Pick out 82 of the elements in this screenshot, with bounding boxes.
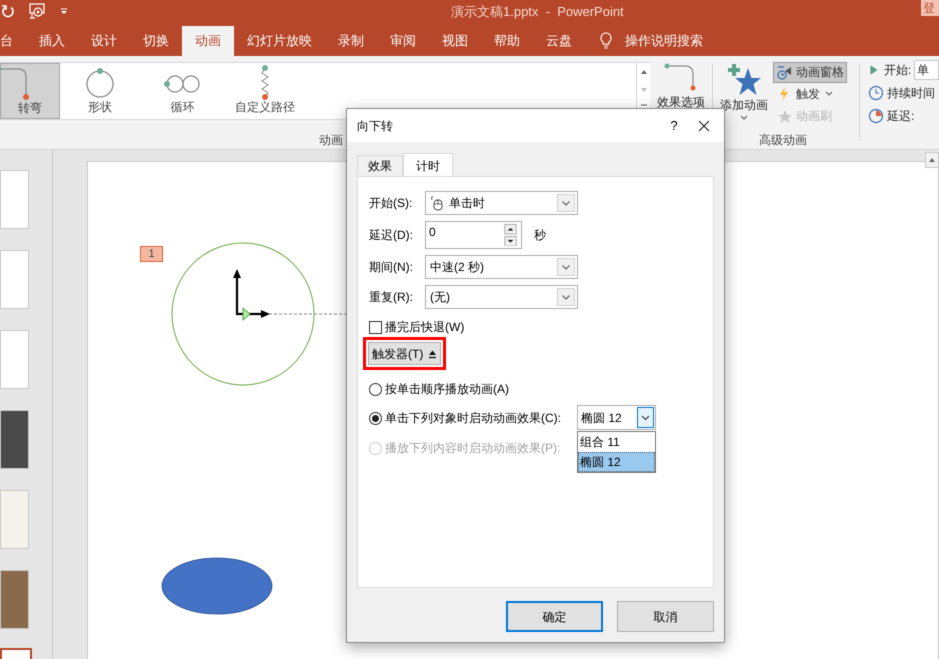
delay-spin-field[interactable]: 0 bbox=[425, 221, 522, 249]
triggers-button[interactable]: 触发器(T) bbox=[368, 342, 442, 365]
slide-thumbnail[interactable] bbox=[0, 330, 29, 389]
slide-thumbnail[interactable] bbox=[0, 250, 29, 309]
ribbon-tab[interactable]: 云盘 bbox=[533, 26, 585, 56]
ribbon-tab[interactable]: 切换 bbox=[130, 26, 182, 56]
dialog-button[interactable]: 取消 bbox=[617, 601, 714, 632]
slide-thumbnail[interactable] bbox=[0, 570, 29, 629]
customize-icon[interactable] bbox=[60, 7, 68, 15]
undo-icon[interactable] bbox=[1, 4, 15, 18]
dropdown-field[interactable]: (无) bbox=[425, 285, 578, 309]
dialog-button[interactable]: 确定 bbox=[506, 601, 603, 632]
animation-gallery-item[interactable]: 转弯 bbox=[0, 63, 60, 119]
ribbon-tab[interactable]: 插入 bbox=[26, 26, 78, 56]
turn-path-icon bbox=[0, 65, 32, 101]
ribbon-tab[interactable]: 录制 bbox=[325, 26, 377, 56]
clock-icon bbox=[868, 85, 884, 101]
dialog-title: 向下转 bbox=[356, 118, 394, 134]
spin-down-icon[interactable] bbox=[504, 236, 517, 246]
checkbox[interactable] bbox=[369, 320, 382, 334]
dialog-tab[interactable]: 效果 bbox=[357, 155, 403, 176]
lightbulb-icon bbox=[599, 31, 613, 49]
mouse-icon bbox=[429, 195, 445, 211]
spin-up-icon[interactable] bbox=[504, 224, 517, 234]
ellipse-shape[interactable] bbox=[162, 558, 272, 614]
star-plus-icon bbox=[726, 62, 762, 98]
zigzag-path-icon bbox=[259, 64, 271, 100]
ribbon-tab[interactable]: 设计 bbox=[78, 26, 130, 56]
animation-order-tag: 1 bbox=[140, 246, 163, 262]
ribbon-tab[interactable]: 幻灯片放映 bbox=[234, 26, 325, 56]
clock-icon bbox=[868, 108, 884, 124]
ribbon-tab[interactable]: 视图 bbox=[429, 26, 481, 56]
field-label: 开始(S): bbox=[369, 195, 414, 212]
tell-me-search[interactable]: 操作说明搜索 bbox=[613, 26, 711, 56]
field-label: 延迟(D): bbox=[369, 227, 414, 244]
ribbon-tab[interactable]: 审阅 bbox=[377, 26, 429, 56]
ribbon-tab[interactable]: 帮助 bbox=[481, 26, 533, 56]
object-dropdown[interactable]: 椭圆 12 bbox=[577, 405, 656, 430]
chevron-down-icon bbox=[557, 288, 575, 306]
caret-icon bbox=[740, 115, 748, 121]
unit-label: 秒 bbox=[534, 227, 546, 244]
timing-label: 延迟: bbox=[887, 108, 914, 125]
chevron-down-icon bbox=[557, 258, 575, 276]
animation-command-button: 动画刷 bbox=[773, 105, 847, 126]
animation-command-button[interactable]: 触发 bbox=[773, 84, 847, 104]
animation-command-button[interactable]: 动画窗格 bbox=[773, 62, 847, 83]
chevron-down-icon[interactable] bbox=[637, 407, 654, 428]
ribbon-tab[interactable]: 台 bbox=[0, 26, 26, 56]
slideshow-icon[interactable] bbox=[28, 3, 46, 19]
clock-icon bbox=[776, 64, 793, 80]
axis-arrows-drawing bbox=[233, 269, 270, 321]
animation-gallery-item[interactable]: 自定义路径 bbox=[225, 63, 305, 119]
dropdown-option[interactable]: 椭圆 12 bbox=[578, 452, 655, 472]
window-title: 演示文稿1.pptx - PowerPoint bbox=[451, 3, 624, 21]
start-field[interactable]: 单 bbox=[914, 60, 939, 80]
scroll-up-icon[interactable] bbox=[925, 152, 939, 168]
group-label: 动画 bbox=[318, 132, 344, 149]
close-icon bbox=[698, 120, 710, 132]
dialog-tab[interactable]: 计时 bbox=[403, 153, 453, 177]
animation-gallery-item[interactable]: 形状 bbox=[60, 63, 140, 119]
ribbon-tab[interactable]: 动画 bbox=[182, 26, 234, 56]
radio-label: 按单击顺序播放动画(A) bbox=[385, 381, 509, 398]
star-icon bbox=[776, 108, 793, 124]
dropdown-field[interactable]: 单击时 bbox=[425, 191, 578, 215]
radio-label: 单击下列对象时启动动画效果(C): bbox=[385, 410, 561, 427]
slide-thumbnail[interactable] bbox=[0, 490, 29, 549]
checkbox-label: 播完后快退(W) bbox=[385, 319, 464, 336]
slide-thumbnail[interactable] bbox=[0, 170, 29, 229]
timing-label: 开始: bbox=[884, 62, 912, 79]
radio-button[interactable] bbox=[369, 382, 382, 396]
animation-gallery-item[interactable]: 循环 bbox=[140, 63, 225, 119]
radio-button[interactable] bbox=[369, 412, 382, 424]
chevron-down-icon bbox=[557, 194, 575, 212]
dropdown-field[interactable]: 中速(2 秒) bbox=[425, 255, 578, 279]
caret-icon bbox=[825, 91, 833, 97]
field-label: 期间(N): bbox=[369, 259, 414, 276]
slide-thumbnail[interactable] bbox=[0, 410, 29, 469]
timing-label: 持续时间 bbox=[887, 85, 935, 102]
field-label: 重复(R): bbox=[369, 289, 414, 306]
group-label: 高级动画 bbox=[758, 132, 808, 149]
collapse-icon bbox=[428, 348, 438, 358]
radio-label: 播放下列内容时启动动画效果(P): bbox=[385, 440, 560, 457]
